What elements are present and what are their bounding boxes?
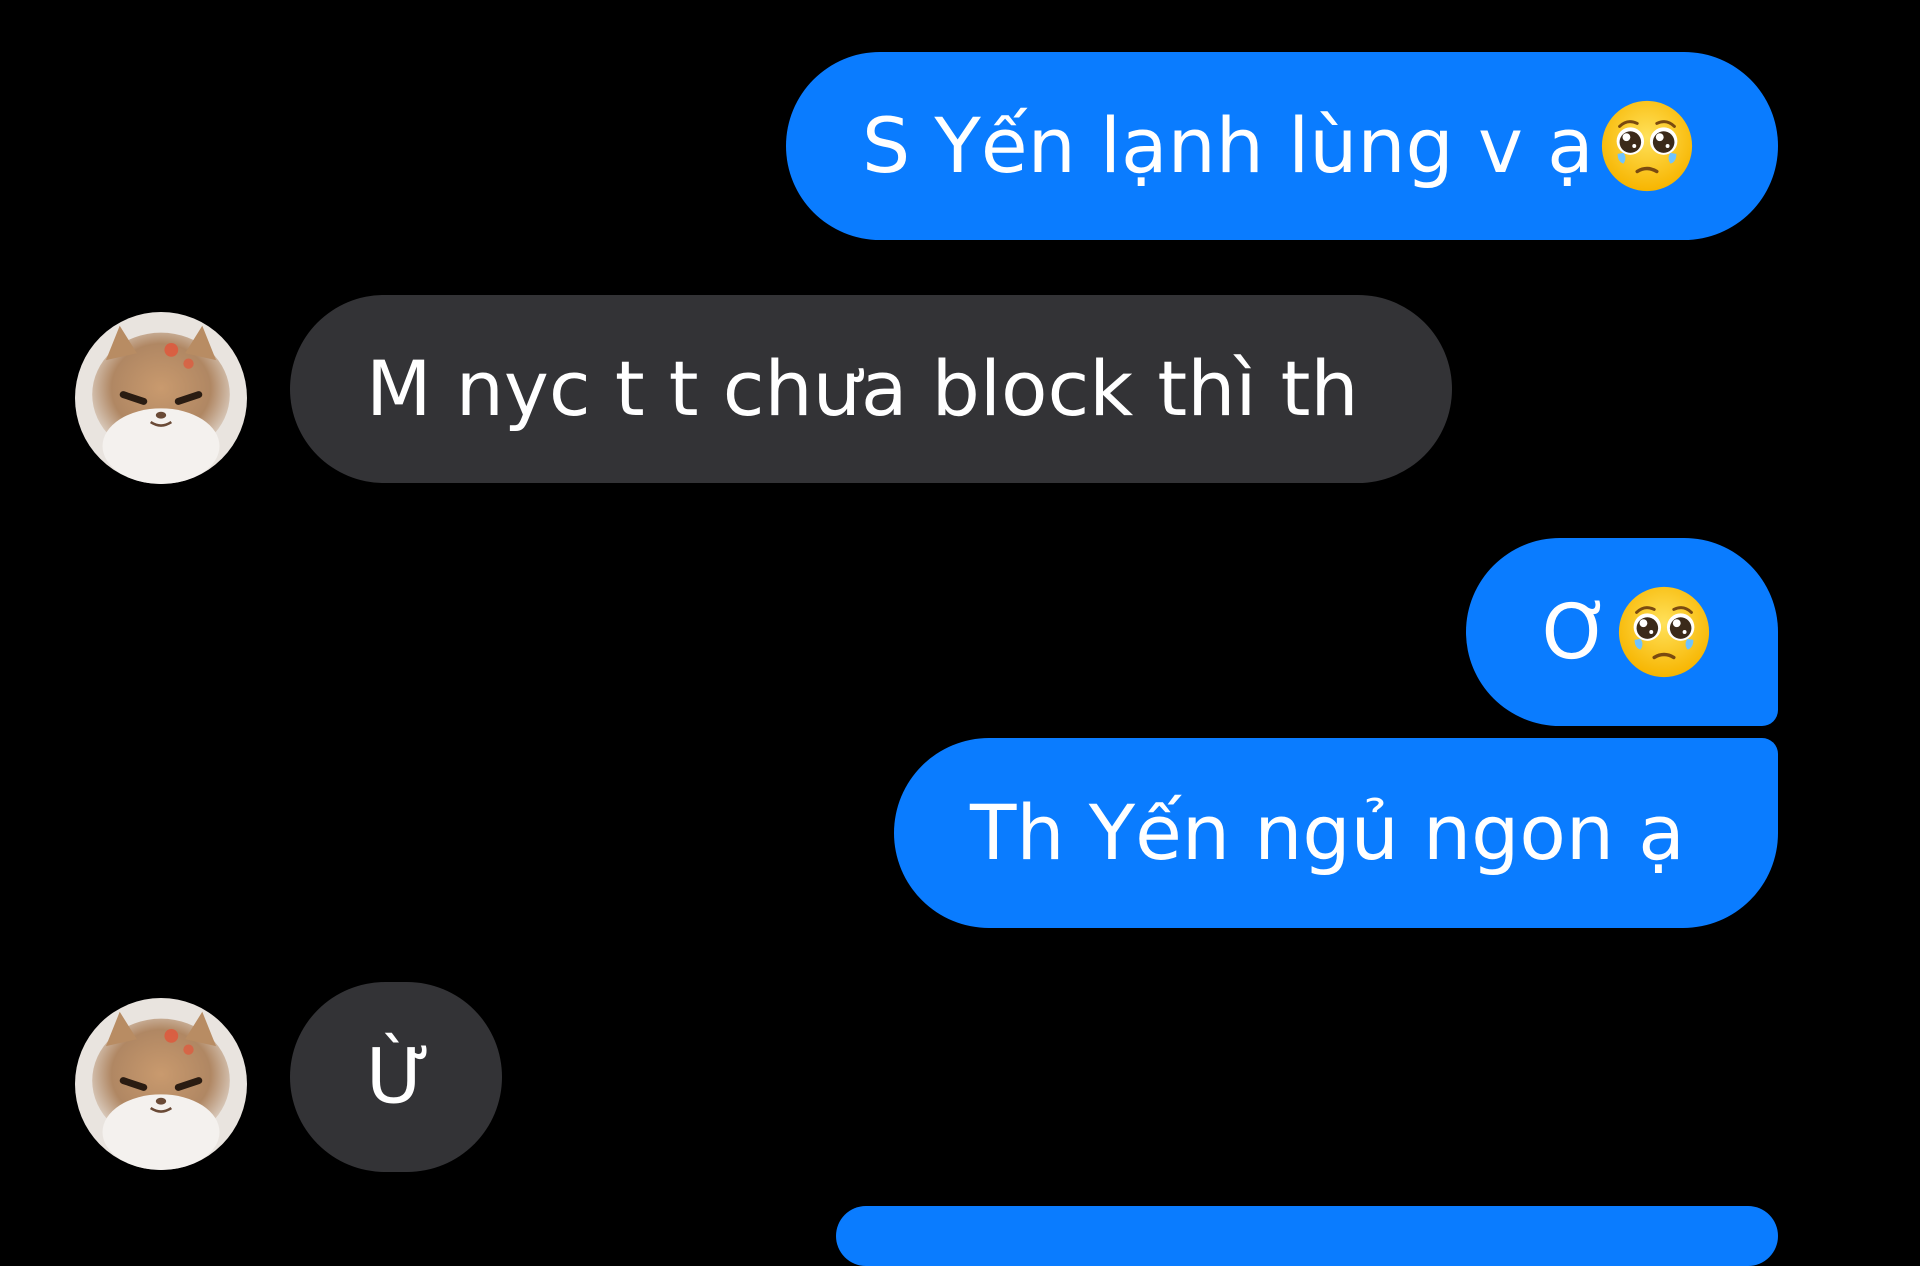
message-bubble-outgoing[interactable]: Ơ — [1466, 538, 1778, 726]
message-text: Th Yến ngủ ngon ạ — [970, 788, 1685, 877]
message-bubble-outgoing[interactable]: S Yến lạnh lùng v ạ — [786, 52, 1778, 240]
pleading-face-icon — [1598, 97, 1696, 195]
message-bubble-outgoing[interactable]: Th Yến ngủ ngon ạ — [894, 738, 1778, 928]
chat-thread[interactable]: S Yến lạnh lùng v ạ M nyc t t chưa block… — [0, 0, 1920, 1266]
pleading-face-icon — [1615, 583, 1713, 681]
contact-avatar[interactable] — [75, 998, 247, 1170]
message-text: S Yến lạnh lùng v ạ — [862, 101, 1594, 190]
message-text: M nyc t t chưa block thì th — [366, 344, 1359, 433]
message-bubble-incoming[interactable]: M nyc t t chưa block thì th — [290, 295, 1452, 483]
message-bubble-incoming[interactable]: Ừ — [290, 982, 502, 1172]
message-bubble-outgoing-partial[interactable] — [836, 1206, 1778, 1266]
message-text: Ơ — [1542, 587, 1612, 676]
contact-avatar[interactable] — [75, 312, 247, 484]
message-text: Ừ — [366, 1032, 432, 1121]
